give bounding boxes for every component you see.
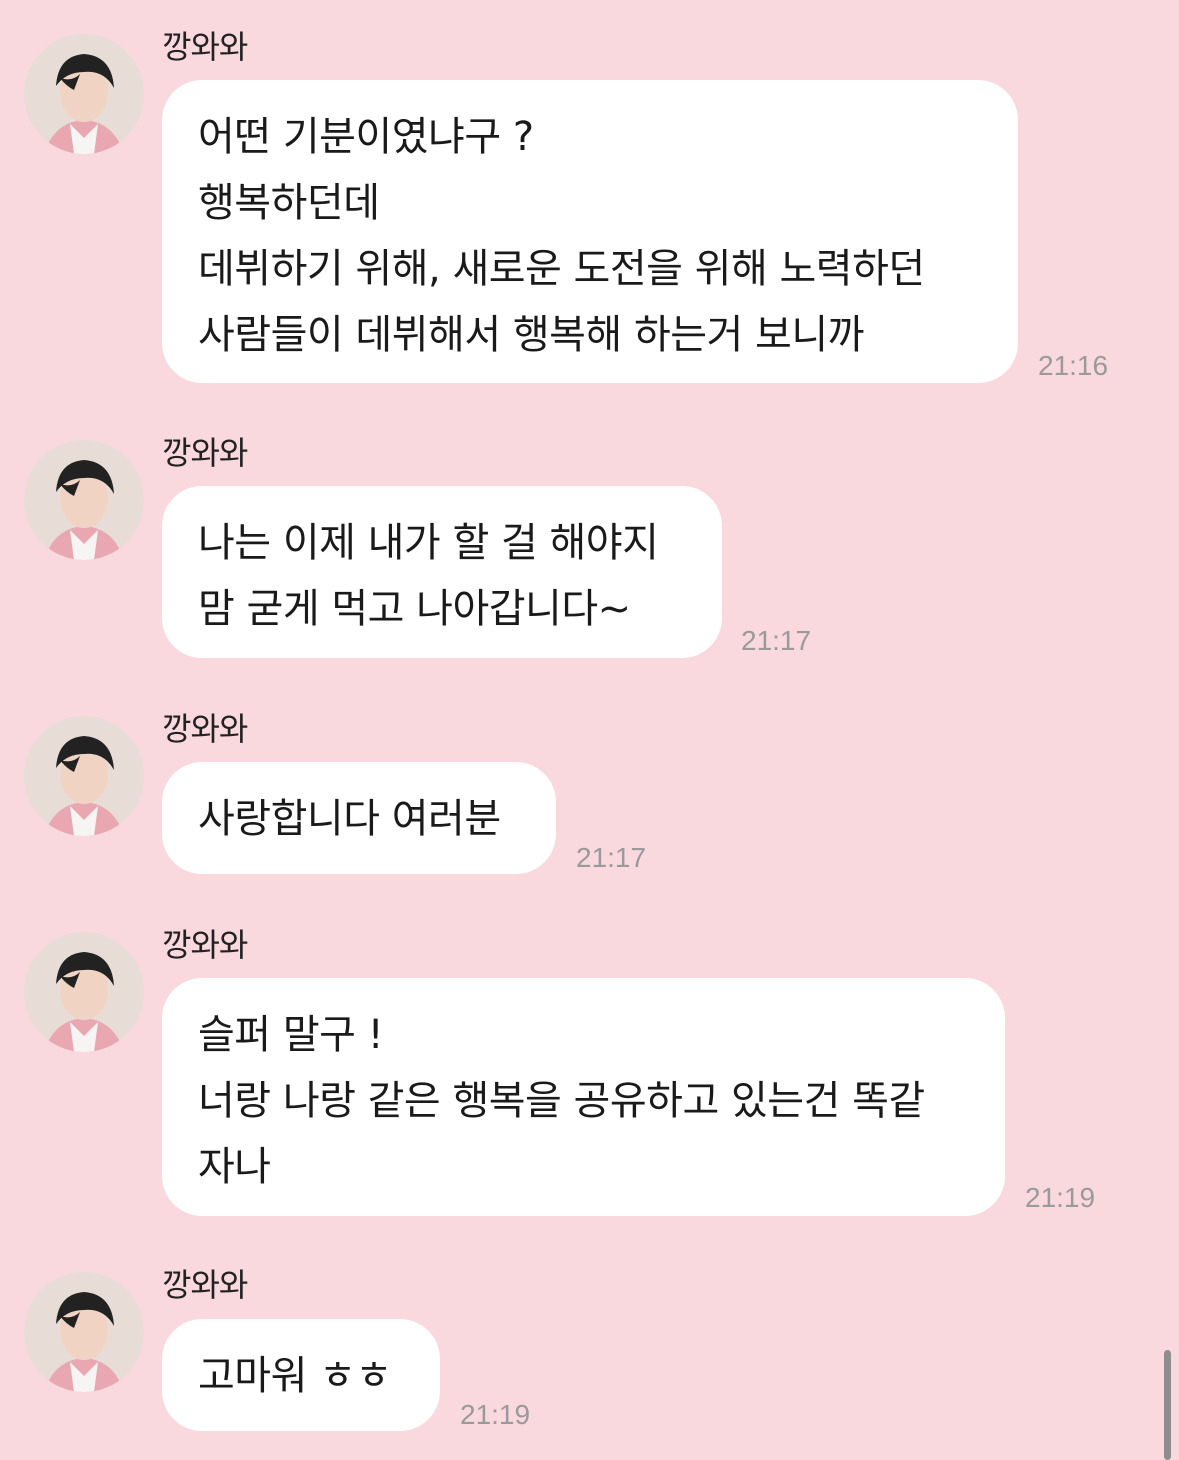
message-timestamp: 21:17 (741, 625, 812, 656)
message-line: 데뷔하기 위해, 새로운 도전을 위해 노력하던 (198, 246, 925, 292)
message-line: 사람들이 데뷔해서 행복해 하는거 보니까 (198, 312, 864, 358)
message-bubble[interactable]: 슬퍼 말구 ! 너랑 나랑 같은 행복을 공유하고 있는건 똑같 자나 (162, 978, 1005, 1216)
message-bubble[interactable]: 사랑합니다 여러분 (162, 762, 556, 874)
message-timestamp: 21:16 (1038, 350, 1109, 381)
message-bubble[interactable]: 고마워 ㅎㅎ (162, 1319, 440, 1431)
avatar[interactable] (24, 716, 144, 836)
message-bubble[interactable]: 나는 이제 내가 할 걸 해야지 맘 굳게 먹고 나아갑니다~ (162, 486, 722, 658)
message-line: 사랑합니다 여러분 (198, 796, 501, 842)
message-line: 행복하던데 (198, 180, 380, 226)
message-line: 맘 굳게 먹고 나아갑니다~ (198, 586, 631, 632)
message-timestamp: 21:19 (1025, 1182, 1096, 1213)
scrollbar[interactable] (1164, 1350, 1171, 1460)
sender-name: 깡와와 (162, 434, 248, 472)
message-line: 나는 이제 내가 할 걸 해야지 (198, 520, 659, 566)
message-line: 너랑 나랑 같은 행복을 공유하고 있는건 똑같 (198, 1078, 925, 1124)
chat-screen[interactable]: 깡와와 어떤 기분이였냐구 ? 행복하던데 데뷔하기 위해, 새로운 도전을 위… (0, 0, 1179, 1460)
message-timestamp: 21:19 (460, 1399, 531, 1430)
message-line: 슬퍼 말구 ! (198, 1012, 384, 1058)
sender-name: 깡와와 (162, 1266, 248, 1304)
sender-name: 깡와와 (162, 28, 248, 66)
sender-name: 깡와와 (162, 926, 248, 964)
avatar[interactable] (24, 440, 144, 560)
message-bubble[interactable]: 어떤 기분이였냐구 ? 행복하던데 데뷔하기 위해, 새로운 도전을 위해 노력… (162, 80, 1018, 383)
message-timestamp: 21:17 (576, 842, 647, 873)
message-line: 자나 (198, 1144, 271, 1190)
message-line: 어떤 기분이였냐구 ? (198, 114, 534, 160)
avatar[interactable] (24, 34, 144, 154)
avatar[interactable] (24, 1272, 144, 1392)
avatar[interactable] (24, 932, 144, 1052)
message-line: 고마워 ㅎㅎ (198, 1353, 392, 1399)
sender-name: 깡와와 (162, 710, 248, 748)
